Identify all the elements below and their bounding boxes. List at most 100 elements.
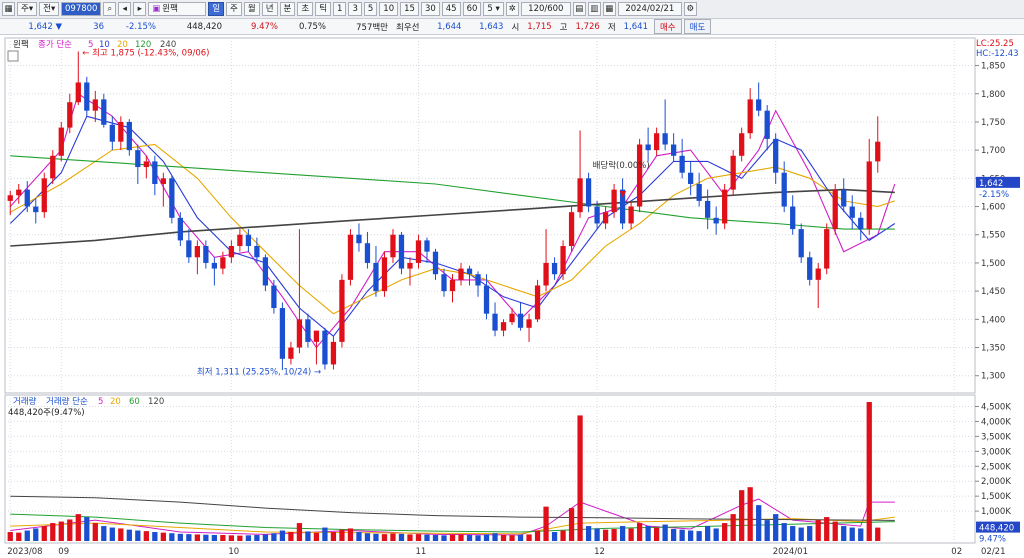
volume-bar [645, 526, 651, 541]
volume-bar [807, 526, 813, 541]
volume-legend-item: 5 [98, 397, 103, 407]
search-icon[interactable]: ⌕ [103, 2, 117, 16]
volume-bar [169, 533, 175, 541]
volume-legend-item: 20 [110, 397, 121, 407]
candle-body [24, 189, 30, 207]
candle-body [160, 178, 166, 184]
table-icon[interactable]: ▤ [572, 2, 586, 16]
volume-bar [135, 530, 141, 541]
grid-menu-icon[interactable]: ▦ [2, 2, 15, 16]
change-rate: -2.15% [125, 21, 156, 32]
minute-option-45[interactable]: 45 [441, 2, 461, 16]
save-icon[interactable]: ▥ [587, 2, 601, 16]
candle-body [688, 172, 694, 184]
minute-option-10[interactable]: 10 [379, 2, 399, 16]
chart-toolbar: ▦ 주 ▾ 전 ▾ 097800 ⌕ ◂ ▸ ▣ 윈팩 일 주 월 년 분 초 틱 1… [0, 0, 1024, 19]
candle-body [602, 212, 609, 224]
volume-bar [126, 529, 132, 541]
jeon-select[interactable]: 전 ▾ [39, 2, 60, 16]
tab-week[interactable]: 주 [226, 2, 242, 16]
tab-year[interactable]: 년 [261, 2, 278, 16]
volume-bar [41, 526, 47, 541]
candle-body [875, 141, 881, 162]
candle-body [339, 279, 345, 342]
count-input[interactable]: 120/600 [520, 2, 571, 16]
open-label: 시 [511, 22, 520, 33]
tab-month[interactable]: 월 [243, 2, 260, 16]
candle-body [832, 189, 838, 230]
candle-body [381, 257, 388, 292]
calendar-icon[interactable]: ▦ [602, 2, 616, 16]
candle-body [551, 262, 558, 275]
minute-option-5[interactable]: 5 [363, 2, 378, 16]
sell-button[interactable]: 매도 [683, 19, 712, 34]
volume-bar [364, 533, 371, 541]
price-change: 36 [93, 21, 104, 32]
date-axis-end-label: 02/21 [981, 547, 1006, 557]
tab-day[interactable]: 일 [208, 2, 225, 16]
candle-body [313, 330, 320, 342]
candle-body [169, 178, 175, 218]
candle-body [577, 178, 583, 213]
date-axis-label: 2024/01 [773, 547, 808, 557]
volume-bar [756, 505, 762, 541]
volume-bar [424, 534, 430, 541]
candle-body [390, 234, 396, 258]
volume-bar [670, 529, 677, 541]
volume-bar [33, 528, 39, 541]
date-axis-label: 09 [58, 547, 69, 557]
tab-second[interactable]: 초 [297, 2, 314, 16]
candle-body [398, 234, 405, 269]
volume-bar [84, 517, 90, 541]
type-select[interactable]: 주 ▾ [17, 2, 38, 16]
price-axis-label: 1,550 [981, 231, 1005, 241]
tab-tick[interactable]: 틱 [315, 2, 332, 16]
candle-body [33, 206, 39, 213]
price-axis-label: 1,600 [981, 203, 1005, 213]
high-annotation: ← 최고 1,875 (-12.43%, 09/06) [82, 47, 209, 58]
volume-bar [526, 534, 532, 541]
volume-bar [322, 527, 328, 541]
candle-body [713, 217, 719, 224]
candle-body [543, 262, 549, 286]
buy-button[interactable]: 매수 [653, 19, 682, 34]
candle-body [415, 240, 422, 263]
volume-axis-label: 2,500K [981, 462, 1011, 472]
history-forward-icon[interactable]: ▸ [133, 2, 147, 16]
candle-body [653, 133, 660, 151]
candle-body [126, 121, 132, 151]
stock-chart[interactable]: 1,8501,8001,7501,7001,6501,6001,5501,500… [0, 35, 1024, 558]
volume-bar [118, 528, 124, 541]
minute-option-60[interactable]: 60 [462, 2, 482, 16]
candle-body [585, 178, 592, 207]
candle-body [441, 274, 447, 292]
minute-select-value: 5 [487, 4, 493, 14]
volume-bar [194, 534, 200, 541]
volume-bar [798, 527, 804, 541]
quote-bar: 1,642 ▼ 36 -2.15% 448,420 9.47% 0.75% 75… [0, 19, 1024, 35]
minute-option-1[interactable]: 1 [333, 2, 347, 16]
candle-body [279, 308, 286, 359]
candle-body [722, 189, 728, 224]
candle-body [815, 268, 821, 280]
current-price: 1,642 ▼ [0, 22, 66, 32]
stock-code-input[interactable]: 097800 [61, 2, 102, 16]
candle-body [764, 110, 770, 139]
tab-minute[interactable]: 분 [279, 2, 296, 16]
candle-body [118, 121, 124, 142]
volume-bar [790, 526, 796, 541]
volume-bar [245, 535, 252, 541]
minute-option-3[interactable]: 3 [348, 2, 362, 16]
dividend-annotation: 배당락(0.00%) [593, 160, 650, 171]
minute-select[interactable]: 5 ▾ [483, 2, 504, 16]
volume-bar [679, 529, 685, 541]
minute-option-15[interactable]: 15 [400, 2, 419, 16]
history-back-icon[interactable]: ◂ [118, 2, 132, 16]
settings-gear-icon[interactable]: ✲ [505, 2, 519, 16]
volume-bar [262, 534, 269, 541]
candle-body [75, 82, 81, 103]
minute-option-30[interactable]: 30 [420, 2, 440, 16]
date-input[interactable]: 2024/02/21 [617, 2, 682, 16]
options-gear-icon[interactable]: ⚙ [683, 2, 697, 16]
down-arrow-icon: ▼ [55, 21, 62, 32]
